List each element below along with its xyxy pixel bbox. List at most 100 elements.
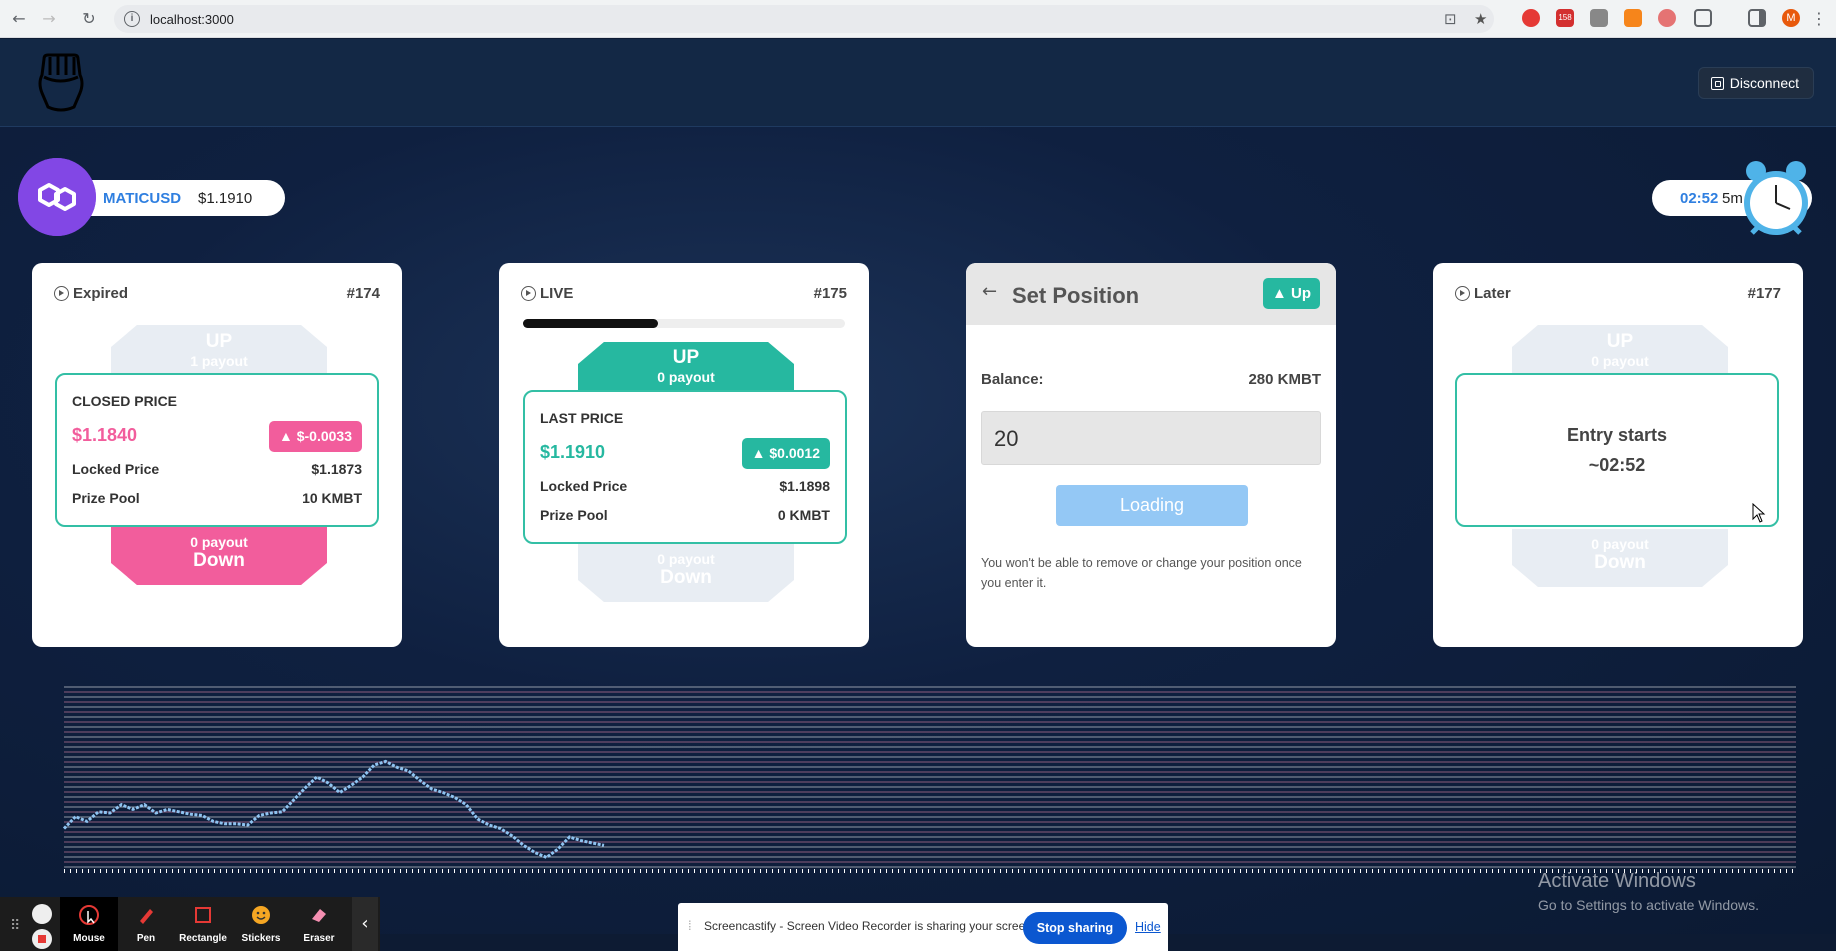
address-bar[interactable]: i localhost:3000 ⊡ ★ — [114, 5, 1494, 33]
back-arrow-icon[interactable]: ← — [982, 281, 997, 302]
tool-label: Stickers — [241, 933, 281, 944]
tool-mouse[interactable]: Mouse — [60, 897, 118, 951]
direction-up-badge[interactable]: ▲ Up — [1262, 278, 1320, 309]
down-label: Down — [193, 550, 245, 571]
up-label: UP — [205, 331, 233, 352]
polygon-logo-icon — [18, 158, 96, 236]
down-label: Down — [660, 567, 712, 588]
side-panel-icon[interactable] — [1748, 9, 1766, 27]
reload-icon[interactable]: ↻ — [78, 8, 100, 30]
play-circle-icon — [521, 286, 536, 301]
drag-handle-icon[interactable]: ⁞ — [688, 918, 692, 933]
windows-activation-watermark: Activate Windows Go to Settings to activ… — [1538, 870, 1759, 913]
record-extension-icon[interactable] — [1658, 9, 1676, 27]
screen-share-notification: ⁞ Screencastify - Screen Video Recorder … — [678, 903, 1168, 951]
locked-value: $1.1898 — [779, 478, 830, 494]
up-label: UP — [672, 347, 700, 368]
card-status: Expired — [73, 285, 129, 302]
round-number: #177 — [1747, 285, 1781, 302]
direction-label: Up — [1291, 285, 1311, 302]
metamask-extension-icon[interactable] — [1624, 9, 1642, 27]
set-position-header: ← Set Position ▲ Up — [966, 263, 1336, 325]
collapse-toolbar-icon[interactable]: ‹ — [352, 897, 378, 951]
disconnect-label: Disconnect — [1729, 75, 1799, 91]
forward-icon[interactable]: → — [38, 8, 60, 30]
set-position-card: ← Set Position ▲ Up Balance: 280 KMBT 20… — [966, 263, 1336, 647]
sticker-smiley-icon — [252, 906, 270, 924]
opera-extension-icon[interactable] — [1522, 9, 1540, 27]
pause-recording-button[interactable] — [32, 904, 52, 924]
stop-recording-button[interactable] — [32, 929, 52, 949]
down-payout-shape: 0 payout Down — [578, 544, 794, 602]
pool-label: Prize Pool — [72, 490, 140, 506]
entry-starts-box: Entry starts ~02:52 — [1455, 373, 1779, 527]
price-line — [62, 759, 605, 860]
enter-position-button[interactable]: Loading — [1056, 485, 1248, 526]
last-price: $1.1910 — [540, 442, 606, 462]
prize-pool-row: Prize Pool 0 KMBT — [540, 507, 830, 523]
last-price-box: LAST PRICE $1.1910 ▲ $0.0012 Locked Pric… — [523, 390, 847, 544]
alarm-clock-icon — [1744, 161, 1808, 235]
tool-label: Eraser — [303, 933, 335, 944]
balance-label: Balance: — [981, 371, 1044, 388]
tool-stickers[interactable]: Stickers — [232, 897, 290, 951]
app-header: Disconnect — [0, 39, 1836, 127]
extensions-icon[interactable] — [1694, 9, 1712, 27]
locked-price-row: Locked Price $1.1873 — [72, 461, 362, 477]
up-label: UP — [1606, 331, 1634, 352]
locked-price-row: Locked Price $1.1898 — [540, 478, 830, 494]
bookmark-star-icon[interactable]: ★ — [1474, 10, 1487, 28]
card-status: Later — [1474, 285, 1511, 302]
play-circle-icon — [54, 286, 69, 301]
drag-handle-icon[interactable]: ⠿ — [10, 917, 20, 934]
site-info-icon[interactable]: i — [124, 11, 140, 27]
entry-starts-time: ~02:52 — [1588, 455, 1646, 475]
round-card-live: LIVE #175 UP 0 payout LAST PRICE $1.1910… — [499, 263, 869, 647]
tool-eraser[interactable]: Eraser — [290, 897, 348, 951]
tool-label: Pen — [136, 933, 156, 944]
round-card-expired: Expired #174 UP 1 payout CLOSED PRICE $1… — [32, 263, 402, 647]
watermark-title: Activate Windows — [1538, 870, 1696, 892]
eraser-icon — [312, 909, 326, 922]
closed-price-box: CLOSED PRICE $1.1840 ▲ $-0.0033 Locked P… — [55, 373, 379, 527]
stop-sharing-button[interactable]: Stop sharing — [1023, 912, 1127, 944]
up-payout: 0 payout — [1591, 353, 1649, 369]
profile-avatar[interactable]: M — [1782, 9, 1800, 27]
round-number: #174 — [346, 285, 380, 302]
pool-label: Prize Pool — [540, 507, 608, 523]
balance-value: 280 KMBT — [1248, 371, 1321, 388]
pool-value: 0 KMBT — [777, 507, 830, 523]
set-position-title: Set Position — [1012, 283, 1140, 308]
tool-rectangle[interactable]: Rectangle — [174, 897, 232, 951]
back-icon[interactable]: ← — [8, 8, 30, 30]
amount-input[interactable]: 20 — [981, 411, 1321, 465]
mail-extension-icon[interactable]: 158 — [1556, 9, 1574, 27]
round-progress-fill — [523, 319, 659, 328]
tool-pen[interactable]: Pen — [117, 897, 175, 951]
locked-value: $1.1873 — [311, 461, 362, 477]
mouse-pointer-icon — [1752, 503, 1766, 523]
position-note: You won't be able to remove or change yo… — [981, 556, 1302, 590]
box-label: LAST PRICE — [540, 410, 624, 426]
fist-logo-icon — [38, 53, 84, 112]
entry-starts-label: Entry starts — [1566, 425, 1668, 445]
down-label: Down — [1594, 552, 1646, 573]
round-progress-track — [523, 319, 845, 328]
locked-label: Locked Price — [540, 478, 628, 494]
hide-link[interactable]: Hide — [1135, 920, 1161, 934]
price-change-badge: ▲ $-0.0033 — [268, 421, 362, 452]
app-root: Disconnect MATICUSD $1.1910 02:52 5m Exp… — [0, 39, 1836, 934]
down-payout-shape: 0 payout Down — [1512, 529, 1728, 587]
qr-extension-icon[interactable] — [1590, 9, 1608, 27]
card-status: LIVE — [540, 285, 574, 302]
menu-kebab-icon[interactable]: ⋮ — [1808, 8, 1830, 30]
wallet-icon — [1710, 76, 1724, 90]
box-label: CLOSED PRICE — [72, 393, 178, 409]
disconnect-button[interactable]: Disconnect — [1697, 67, 1814, 99]
up-payout: 0 payout — [657, 369, 715, 385]
install-app-icon[interactable]: ⊡ — [1444, 10, 1457, 28]
ticker-price: $1.1910 — [198, 190, 253, 207]
share-message: Screencastify - Screen Video Recorder is… — [704, 919, 1036, 933]
browser-toolbar: ← → ↻ i localhost:3000 ⊡ ★ 158 M ⋮ — [0, 0, 1836, 38]
price-change: $0.0012 — [769, 445, 820, 461]
